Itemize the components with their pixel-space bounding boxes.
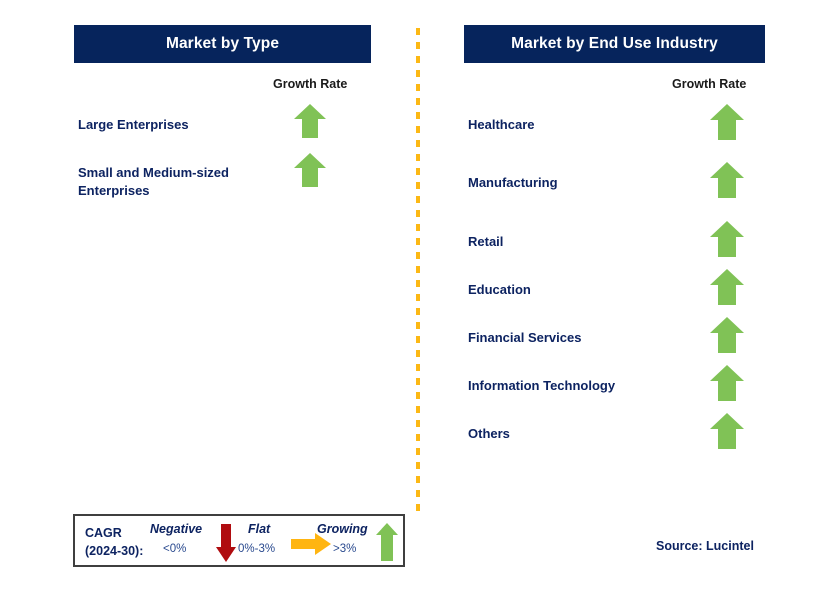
- cagr-legend: CAGR (2024-30): Negative <0% Flat 0%-3% …: [73, 514, 405, 567]
- infographic-canvas: Market by Type Growth Rate Large Enterpr…: [0, 0, 829, 611]
- trend-indicator-large-enterprises: [293, 103, 327, 139]
- arrow-up-icon: [294, 104, 326, 138]
- panel-header-market-by-type: Market by Type: [74, 25, 371, 63]
- legend-range-flat: 0%-3%: [238, 543, 276, 555]
- panel-title-right: Market by End Use Industry: [511, 35, 718, 52]
- segment-row-large-enterprises: Large Enterprises: [78, 114, 278, 136]
- segment-label: Retail: [468, 234, 504, 250]
- segment-row-information-technology: Information Technology: [468, 375, 718, 397]
- segment-label: Education: [468, 282, 531, 298]
- trend-indicator-information-technology: [709, 364, 745, 402]
- arrow-up-icon: [710, 221, 744, 257]
- arrow-up-icon: [710, 365, 744, 401]
- segment-row-manufacturing: Manufacturing: [468, 172, 698, 194]
- legend-title-line2: (2024-30):: [85, 544, 144, 559]
- growth-rate-caption-left: Growth Rate: [273, 77, 348, 91]
- vertical-dashed-divider: [416, 28, 420, 512]
- segment-label: Large Enterprises: [78, 117, 189, 133]
- legend-icon-growing: [375, 522, 399, 562]
- arrow-up-icon: [710, 162, 744, 198]
- panel-header-market-by-end-use-industry: Market by End Use Industry: [464, 25, 765, 63]
- trend-indicator-others: [709, 412, 745, 450]
- arrow-up-icon: [710, 413, 744, 449]
- segment-label: Financial Services: [468, 330, 582, 346]
- legend-term-flat: Flat: [248, 522, 271, 536]
- source-note: Source: Lucintel: [656, 539, 754, 553]
- trend-indicator-sme: [293, 152, 327, 188]
- arrow-up-icon: [710, 317, 744, 353]
- segment-label: Healthcare: [468, 117, 535, 133]
- arrow-down-icon: [216, 524, 236, 562]
- segment-row-financial-services: Financial Services: [468, 327, 708, 349]
- segment-row-healthcare: Healthcare: [468, 114, 698, 136]
- legend-title-line1: CAGR: [85, 526, 122, 540]
- panel-title-left: Market by Type: [165, 35, 280, 52]
- legend-term-negative: Negative: [150, 522, 203, 536]
- trend-indicator-manufacturing: [709, 161, 745, 199]
- segment-row-sme: Small and Medium-sized Enterprises: [78, 162, 298, 202]
- arrow-up-icon: [710, 104, 744, 140]
- arrow-up-icon: [294, 153, 326, 187]
- legend-title: CAGR (2024-30):: [85, 524, 143, 560]
- arrow-up-icon: [376, 523, 398, 561]
- segment-label: Others: [468, 426, 510, 442]
- segment-label: Information Technology: [468, 378, 616, 394]
- trend-indicator-financial-services: [709, 316, 745, 354]
- growth-rate-caption-right: Growth Rate: [672, 77, 747, 91]
- segment-row-education: Education: [468, 279, 698, 301]
- trend-indicator-education: [709, 268, 745, 306]
- segment-row-others: Others: [468, 423, 698, 445]
- segment-row-retail: Retail: [468, 231, 698, 253]
- legend-term-growing: Growing: [317, 522, 368, 536]
- legend-icon-negative: [215, 523, 237, 563]
- legend-range-growing: >3%: [333, 543, 357, 555]
- arrow-up-icon: [710, 269, 744, 305]
- legend-range-negative: <0%: [163, 543, 187, 555]
- segment-label: Manufacturing: [468, 175, 558, 191]
- segment-label: Small and Medium-sized Enterprises: [78, 165, 229, 198]
- trend-indicator-retail: [709, 220, 745, 258]
- trend-indicator-healthcare: [709, 103, 745, 141]
